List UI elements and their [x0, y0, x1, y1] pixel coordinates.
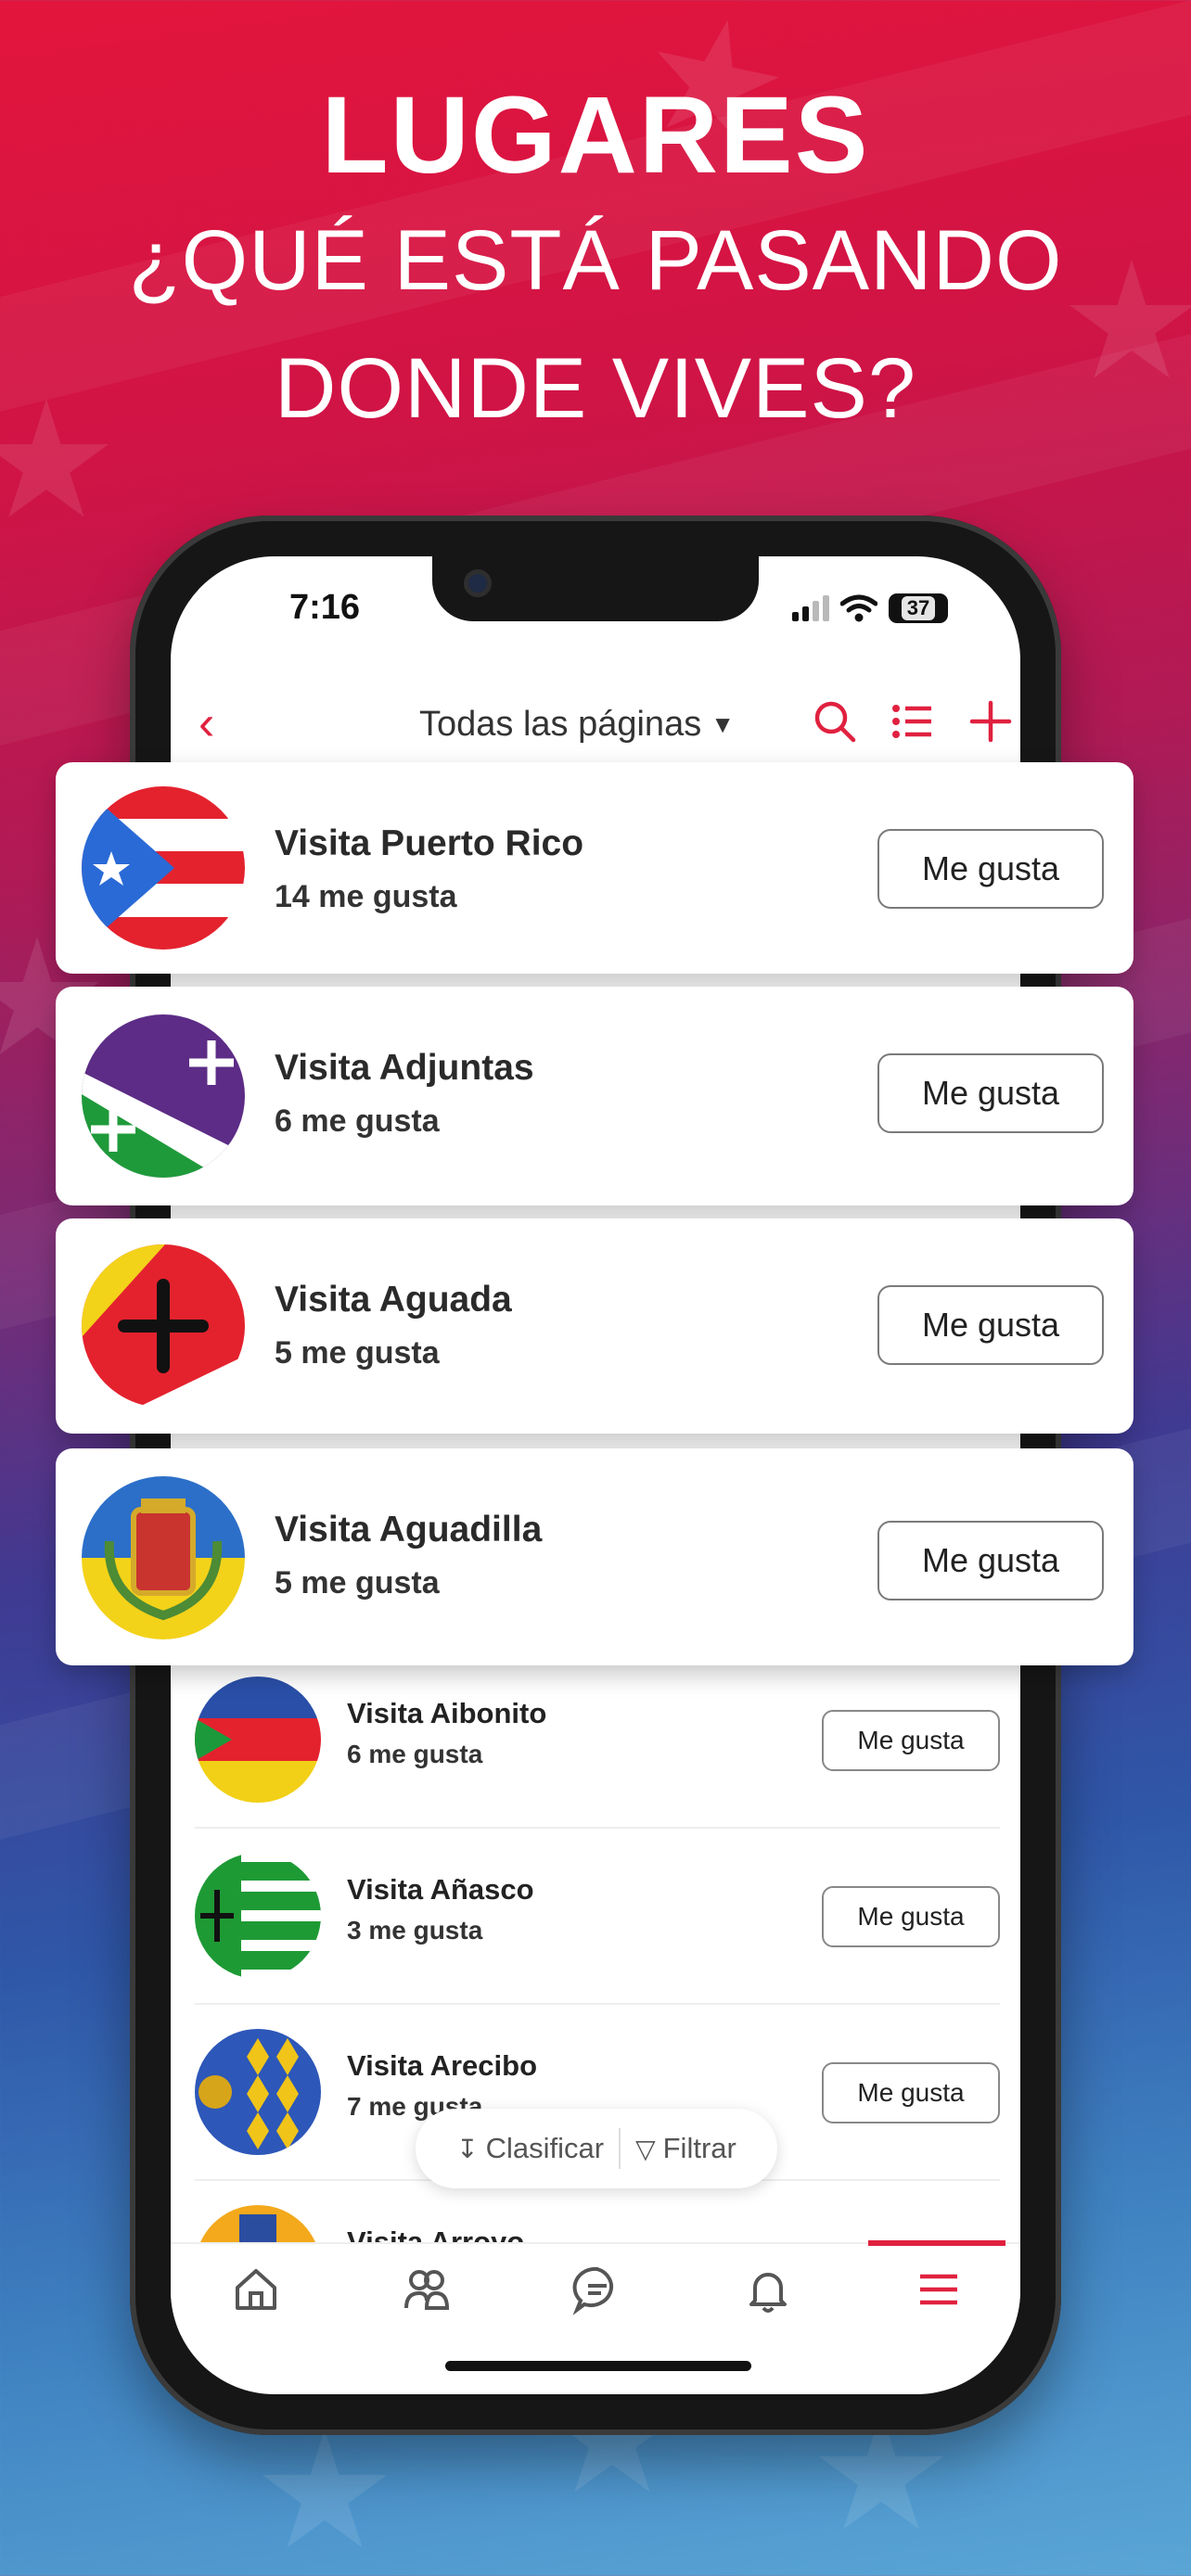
- page-name: Visita Adjuntas: [275, 1048, 534, 1088]
- camera-icon: [464, 569, 492, 597]
- headline-title: LUGARES: [321, 74, 870, 197]
- back-chevron-icon[interactable]: ‹: [198, 695, 214, 751]
- filter-label: Filtrar: [662, 2132, 736, 2164]
- like-button[interactable]: Me gusta: [822, 1886, 1000, 1947]
- page-likes: 3 me gusta: [347, 1916, 483, 1945]
- battery-level: 37: [901, 596, 936, 620]
- chat-icon: [572, 2266, 614, 2315]
- like-button[interactable]: Me gusta: [877, 829, 1104, 909]
- bell-icon: [749, 2273, 787, 2313]
- like-button[interactable]: Me gusta: [877, 1521, 1104, 1600]
- arroyo-flag-icon: [195, 2205, 321, 2246]
- sort-label: Clasificar: [485, 2132, 605, 2164]
- anasco-flag-icon: [195, 1853, 321, 1979]
- background-star: [262, 2429, 388, 2548]
- page-name: Visita Aibonito: [347, 1697, 547, 1729]
- arecibo-flag-icon: [195, 2029, 321, 2155]
- page-likes: 6 me gusta: [347, 1740, 483, 1768]
- status-icons: 37: [792, 593, 948, 623]
- like-button[interactable]: Me gusta: [822, 1710, 1000, 1771]
- page-likes: 5 me gusta: [275, 1335, 440, 1371]
- tab-people[interactable]: [341, 2257, 512, 2322]
- list-icon[interactable]: [887, 695, 939, 747]
- pill-divider: [619, 2128, 621, 2169]
- battery-icon: 37: [889, 593, 948, 623]
- people-icon: [404, 2270, 450, 2310]
- headline-line-1: ¿QUÉ ESTÁ PASANDO: [128, 213, 1063, 308]
- like-button[interactable]: Me gusta: [877, 1285, 1104, 1365]
- featured-page-card[interactable]: Visita Puerto Rico 14 me gusta Me gusta: [56, 762, 1133, 974]
- aibonito-flag-icon: [195, 1677, 321, 1803]
- list-item[interactable]: Visita Añasco 3 me gusta Me gusta: [195, 1829, 1000, 2005]
- page-name: Visita Añasco: [347, 1873, 534, 1906]
- tab-home[interactable]: [171, 2257, 341, 2322]
- home-indicator: [445, 2361, 751, 2371]
- pages-filter-dropdown[interactable]: Todas las páginas ▼: [419, 705, 735, 745]
- search-icon[interactable]: [809, 695, 861, 747]
- sort-button[interactable]: ↧ Clasificar: [456, 2132, 604, 2165]
- list-item[interactable]: Visita Arroyo: [195, 2181, 1000, 2246]
- like-button[interactable]: Me gusta: [822, 2062, 1000, 2123]
- page-name: Visita Arecibo: [347, 2049, 538, 2082]
- like-button[interactable]: Me gusta: [877, 1053, 1104, 1133]
- featured-page-card[interactable]: Visita Adjuntas 6 me gusta Me gusta: [56, 987, 1133, 1205]
- sort-filter-pill: ↧ Clasificar ▽ Filtrar: [416, 2109, 777, 2188]
- page-name: Visita Aguadilla: [275, 1510, 543, 1549]
- navigation-bar: ‹ Todas las páginas ▼: [171, 677, 1020, 770]
- page-likes: 6 me gusta: [275, 1103, 440, 1139]
- page-name: Visita Aguada: [275, 1280, 512, 1320]
- wifi-icon: [840, 594, 877, 622]
- bottom-tab-bar: [171, 2240, 1020, 2335]
- page-likes: 5 me gusta: [275, 1565, 440, 1600]
- adjuntas-flag-icon: [82, 1014, 245, 1178]
- plus-icon[interactable]: [965, 695, 1017, 747]
- list-item[interactable]: Visita Aibonito 6 me gusta Me gusta: [195, 1652, 1000, 1829]
- active-tab-indicator: [868, 2240, 1005, 2246]
- aguadilla-flag-icon: [82, 1476, 245, 1639]
- aguada-flag-icon: [82, 1244, 245, 1408]
- promo-headline: LUGARES ¿QUÉ ESTÁ PASANDO DONDE VIVES?: [0, 74, 1191, 453]
- menu-icon: [920, 2274, 957, 2305]
- headline-line-2: DONDE VIVES?: [275, 341, 916, 436]
- signal-icon: [792, 595, 829, 621]
- filter-button[interactable]: ▽ Filtrar: [635, 2132, 736, 2165]
- pages-filter-label: Todas las páginas: [419, 705, 702, 744]
- status-time: 7:16: [289, 588, 361, 627]
- puerto-rico-flag-icon: [82, 786, 245, 950]
- tab-notifications[interactable]: [683, 2257, 853, 2322]
- page-name: Visita Puerto Rico: [275, 823, 584, 863]
- featured-page-card[interactable]: Visita Aguadilla 5 me gusta Me gusta: [56, 1448, 1133, 1665]
- tab-menu[interactable]: [853, 2257, 1020, 2322]
- dynamic-island: [432, 556, 759, 621]
- tab-chat[interactable]: [512, 2257, 683, 2322]
- caret-down-icon: ▼: [711, 710, 735, 738]
- sort-icon: ↧: [456, 2134, 479, 2163]
- featured-page-card[interactable]: Visita Aguada 5 me gusta Me gusta: [56, 1218, 1133, 1434]
- home-icon: [236, 2269, 276, 2310]
- page-likes: 14 me gusta: [275, 879, 457, 914]
- filter-icon: ▽: [635, 2134, 656, 2163]
